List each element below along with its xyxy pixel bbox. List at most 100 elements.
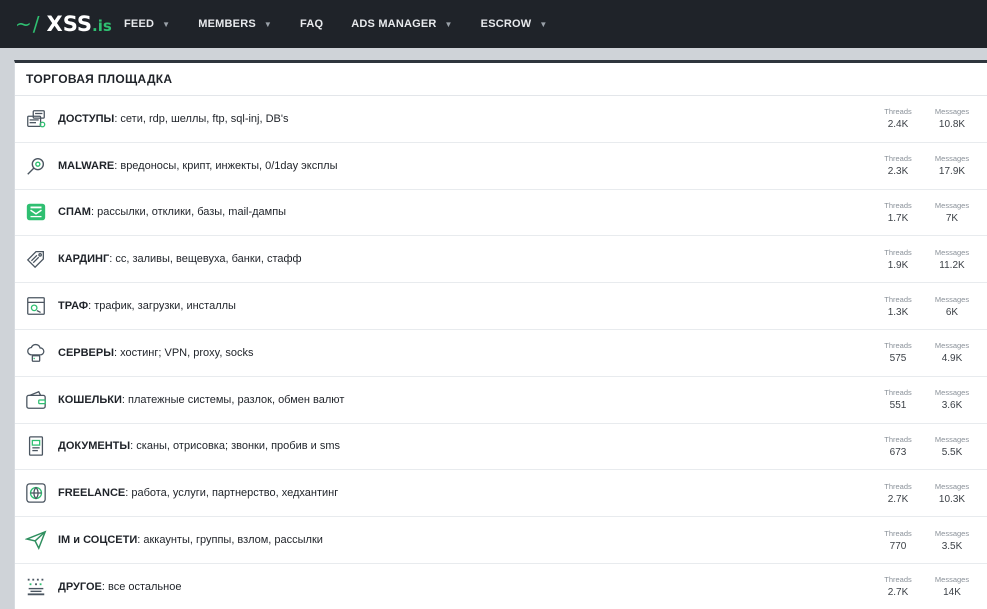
messages-label: Messages	[934, 575, 970, 585]
nav-item-members[interactable]: MEMBERS ▼	[189, 0, 281, 48]
messages-label: Messages	[934, 200, 970, 210]
nav-item-ads-manager[interactable]: ADS MANAGER ▼	[342, 0, 461, 48]
forum-name: КАРДИНГ	[58, 253, 110, 266]
forum-row[interactable]: ДРУГОЕ: все остальное Threads 2.7K Messages…	[15, 564, 987, 609]
forum-title[interactable]: ТРАФ: трафик, загрузки, инсталлы	[58, 300, 236, 312]
nav-item-feed[interactable]: FEED ▼	[115, 0, 179, 48]
messages-count: 11.2K	[939, 259, 965, 271]
forum-title[interactable]: ДОСТУПЫ: сети, rdp, шеллы, ftp, sql-inj,…	[58, 113, 288, 125]
forum-title[interactable]: ДОКУМЕНТЫ: сканы, отрисовка; звонки, про…	[58, 440, 340, 452]
forum-description: : трафик, загрузки, инсталлы	[88, 300, 236, 313]
messages-stat: Messages 3.6K	[930, 377, 974, 423]
threads-count: 1.3K	[887, 306, 909, 318]
threads-stat: Threads 1.3K	[878, 283, 918, 329]
messages-stat: Messages 7K	[930, 190, 974, 236]
site-logo[interactable]: ~/ XSS .is	[15, 12, 115, 36]
messages-label: Messages	[934, 154, 970, 164]
messages-count: 17.9K	[938, 166, 966, 178]
forum-title[interactable]: ДРУГОЕ: все остальное	[58, 581, 181, 593]
forum-description: : платежные системы, разлок, обмен валют	[121, 393, 345, 406]
messages-count: 3.6K	[941, 400, 963, 412]
forum-name: СПАМ	[58, 206, 91, 219]
threads-stat: Threads 551	[878, 377, 918, 423]
threads-count: 1.9K	[887, 259, 909, 271]
messages-stat: Messages 6K	[930, 283, 974, 329]
messages-stat: Messages 10.3K	[930, 470, 974, 516]
forum-row[interactable]: СПАМ: рассылки, отклики, базы, mail-дамп…	[15, 190, 987, 237]
forum-title[interactable]: СПАМ: рассылки, отклики, базы, mail-дамп…	[58, 206, 286, 218]
messages-label: Messages	[934, 247, 970, 257]
threads-count: 673	[889, 446, 907, 458]
forum-title[interactable]: КОШЕЛЬКИ: платежные системы, разлок, обм…	[58, 394, 344, 406]
threads-count: 2.3K	[887, 166, 909, 178]
forum-title[interactable]: КАРДИНГ: cc, заливы, вещевуха, банки, ст…	[58, 253, 302, 265]
messages-count: 4.9K	[941, 353, 963, 365]
threads-stat: Threads 2.4K	[878, 96, 918, 142]
messages-count: 10.8K	[938, 119, 966, 131]
threads-stat: Threads 2.7K	[878, 470, 918, 516]
messages-label: Messages	[934, 294, 970, 304]
forum-row[interactable]: IM и СОЦСЕТИ: аккаунты, группы, взлом, р…	[15, 517, 987, 564]
forum-category-panel: ТОРГОВАЯ ПЛОЩАДКА ДОСТУПЫ: сети, rdp, ше…	[14, 60, 987, 609]
freelance-globe-icon	[25, 482, 47, 504]
nav-item-escrow[interactable]: ESCROW ▼	[472, 0, 557, 48]
forum-description: : сети, rdp, шеллы, ftp, sql-inj, DB's	[114, 112, 289, 125]
chevron-down-icon: ▼	[263, 19, 273, 29]
threads-stat: Threads 2.3K	[878, 143, 918, 189]
forum-row[interactable]: FREELANCE: работа, услуги, партнерство, …	[15, 470, 987, 518]
card-tag-icon	[25, 248, 47, 270]
forum-row[interactable]: СЕРВЕРЫ: хостинг; VPN, proxy, socks Threa…	[15, 330, 987, 377]
wallet-icon	[25, 389, 47, 411]
messages-label: Messages	[934, 107, 970, 117]
forum-description: : хостинг; VPN, proxy, socks	[114, 346, 254, 359]
forum-row[interactable]: ТРАФ: трафик, загрузки, инсталлы Threads 1…	[15, 283, 987, 330]
threads-label: Threads	[884, 528, 912, 538]
messages-label: Messages	[934, 528, 970, 538]
forum-row[interactable]: ДОКУМЕНТЫ: сканы, отрисовка; звонки, про…	[15, 424, 987, 471]
category-title[interactable]: ТОРГОВАЯ ПЛОЩАДКА	[15, 63, 987, 96]
messages-stat: Messages 10.8K	[930, 96, 974, 142]
threads-count: 2.4K	[887, 119, 909, 131]
forum-list: ДОСТУПЫ: сети, rdp, шеллы, ftp, sql-inj,…	[15, 96, 987, 609]
chevron-down-icon: ▼	[162, 19, 171, 29]
threads-label: Threads	[884, 341, 912, 351]
messages-count: 3.5K	[941, 540, 963, 552]
threads-label: Threads	[884, 200, 912, 210]
threads-label: Threads	[884, 154, 912, 164]
logo-prefix: ~/	[15, 12, 41, 36]
forum-name: ДОСТУПЫ	[58, 112, 115, 125]
messages-stat: Messages 4.9K	[930, 330, 974, 376]
threads-label: Threads	[884, 107, 912, 117]
forum-description: : cc, заливы, вещевуха, банки, стафф	[109, 253, 302, 266]
forum-description: : аккаунты, группы, взлом, рассылки	[137, 534, 323, 547]
forum-row[interactable]: ДОСТУПЫ: сети, rdp, шеллы, ftp, sql-inj,…	[15, 96, 987, 143]
forum-row[interactable]: КАРДИНГ: cc, заливы, вещевуха, банки, ст…	[15, 236, 987, 284]
threads-label: Threads	[884, 388, 912, 398]
forum-row[interactable]: КОШЕЛЬКИ: платежные системы, разлок, обм…	[15, 377, 987, 424]
forum-title[interactable]: СЕРВЕРЫ: хостинг; VPN, proxy, socks	[58, 347, 254, 359]
messages-stat: Messages 17.9K	[930, 143, 974, 189]
nav-item-label: MEMBERS	[198, 18, 256, 30]
nav-item-label: ADS MANAGER	[351, 18, 437, 30]
nav-item-faq[interactable]: FAQ	[291, 0, 332, 48]
threads-label: Threads	[884, 575, 912, 585]
threads-label: Threads	[884, 294, 912, 304]
nav-item-label: ESCROW	[480, 18, 532, 30]
server-access-icon	[25, 108, 47, 130]
messages-label: Messages	[934, 341, 970, 351]
forum-name: КОШЕЛЬКИ	[58, 393, 122, 406]
messages-count: 10.3K	[938, 493, 966, 505]
forum-title[interactable]: MALWARE: вредоносы, крипт, инжекты, 0/1d…	[58, 160, 338, 172]
forum-title[interactable]: FREELANCE: работа, услуги, партнерство, …	[58, 487, 338, 499]
threads-count: 551	[889, 400, 907, 412]
threads-stat: Threads 575	[878, 330, 918, 376]
messages-stat: Messages 5.5K	[930, 424, 974, 470]
forum-name: ТРАФ	[58, 300, 89, 313]
chevron-down-icon: ▼	[539, 19, 548, 29]
forum-description: : рассылки, отклики, базы, mail-дампы	[90, 206, 287, 219]
messages-stat: Messages 3.5K	[930, 517, 974, 563]
forum-title[interactable]: IM и СОЦСЕТИ: аккаунты, группы, взлом, р…	[58, 534, 323, 546]
threads-stat: Threads 1.7K	[878, 190, 918, 236]
forum-name: ДОКУМЕНТЫ	[58, 440, 131, 453]
forum-row[interactable]: MALWARE: вредоносы, крипт, инжекты, 0/1d…	[15, 143, 987, 190]
